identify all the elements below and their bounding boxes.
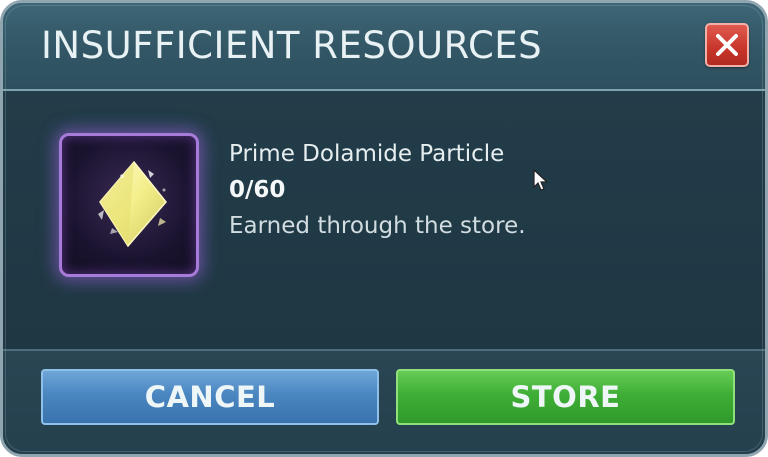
item-name: Prime Dolamide Particle — [229, 141, 505, 167]
mouse-cursor-icon — [533, 169, 549, 191]
diamond-crystal-icon — [98, 160, 167, 248]
store-button[interactable]: STORE — [396, 369, 735, 425]
item-count: 0/60 — [229, 177, 286, 203]
close-x-icon — [716, 34, 738, 56]
dialog-title: INSUFFICIENT RESOURCES — [41, 24, 543, 67]
item-icon-tile — [59, 133, 199, 277]
insufficient-resources-dialog: INSUFFICIENT RESOURCES Prime Dolamide Pa… — [0, 0, 768, 457]
item-description: Earned through the store. — [229, 213, 526, 239]
cancel-button[interactable]: CANCEL — [41, 369, 379, 425]
close-button[interactable] — [705, 23, 749, 67]
